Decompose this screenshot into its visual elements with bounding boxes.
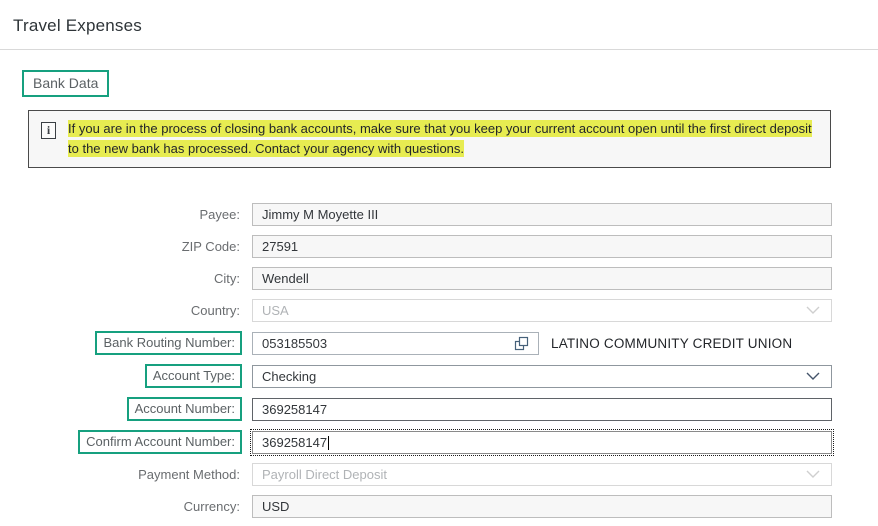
country-label: Country:	[191, 303, 242, 318]
country-select: USA	[252, 299, 832, 322]
form-row-payment-method: Payment Method: Payroll Direct Deposit	[0, 463, 832, 486]
account-type-select[interactable]: Checking	[252, 365, 832, 388]
chevron-down-icon	[806, 470, 820, 479]
form-row-currency: Currency: USD	[0, 495, 832, 518]
currency-label: Currency:	[184, 499, 242, 514]
form-row-city: City: Wendell	[0, 267, 832, 290]
chevron-down-icon[interactable]	[806, 372, 820, 381]
payment-method-value: Payroll Direct Deposit	[262, 467, 798, 482]
account-number-value: 369258147	[262, 402, 822, 417]
payee-field[interactable]: Jimmy M Moyette III	[252, 203, 832, 226]
account-type-value: Checking	[262, 369, 798, 384]
text-cursor	[328, 436, 329, 450]
info-message-text: If you are in the process of closing ban…	[68, 119, 816, 159]
account-number-label: Account Number:	[127, 397, 242, 421]
chevron-down-icon	[806, 306, 820, 315]
city-label: City:	[214, 271, 242, 286]
zip-code-label: ZIP Code:	[182, 239, 242, 254]
payment-method-label: Payment Method:	[138, 467, 242, 482]
form-row-bank-routing-number: Bank Routing Number: 053185503 LATINO CO…	[0, 331, 832, 355]
zip-code-value: 27591	[262, 239, 822, 254]
city-value: Wendell	[262, 271, 822, 286]
form-row-confirm-account-number: Confirm Account Number: 369258147	[0, 430, 832, 454]
page-header: Travel Expenses	[0, 0, 878, 50]
payee-value: Jimmy M Moyette III	[262, 207, 822, 222]
page-title: Travel Expenses	[13, 16, 866, 36]
confirm-account-number-value: 369258147	[262, 435, 822, 451]
value-help-icon[interactable]	[514, 336, 529, 351]
highlighted-message: If you are in the process of closing ban…	[68, 120, 812, 157]
payment-method-select: Payroll Direct Deposit	[252, 463, 832, 486]
account-number-input[interactable]: 369258147	[252, 398, 832, 421]
form-row-payee: Payee: Jimmy M Moyette III	[0, 203, 832, 226]
section-title-bank-data: Bank Data	[22, 70, 109, 97]
form-row-country: Country: USA	[0, 299, 832, 322]
account-type-label: Account Type:	[145, 364, 242, 388]
zip-code-field[interactable]: 27591	[252, 235, 832, 258]
form-row-account-type: Account Type: Checking	[0, 364, 832, 388]
bank-name-text: LATINO COMMUNITY CREDIT UNION	[551, 336, 792, 351]
form-row-zip: ZIP Code: 27591	[0, 235, 832, 258]
country-value: USA	[262, 303, 798, 318]
currency-value: USD	[262, 499, 822, 514]
bank-routing-number-value: 053185503	[262, 336, 506, 351]
bank-routing-number-label: Bank Routing Number:	[95, 331, 242, 355]
info-message-strip: i If you are in the process of closing b…	[28, 110, 831, 168]
payee-label: Payee:	[200, 207, 242, 222]
city-field[interactable]: Wendell	[252, 267, 832, 290]
info-icon: i	[41, 122, 56, 139]
bank-routing-number-input[interactable]: 053185503	[252, 332, 539, 355]
form-row-account-number: Account Number: 369258147	[0, 397, 832, 421]
confirm-account-number-label: Confirm Account Number:	[78, 430, 242, 454]
currency-field[interactable]: USD	[252, 495, 832, 518]
bank-data-form: Payee: Jimmy M Moyette III ZIP Code: 275…	[0, 203, 878, 518]
confirm-account-number-input[interactable]: 369258147	[252, 431, 832, 454]
